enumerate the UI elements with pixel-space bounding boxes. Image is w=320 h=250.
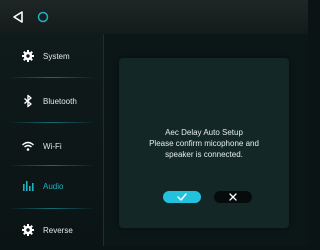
sidebar-item-label: Bluetooth bbox=[43, 96, 77, 106]
bluetooth-icon bbox=[24, 94, 32, 108]
check-icon bbox=[177, 193, 187, 201]
sidebar-item-system[interactable]: System bbox=[0, 36, 103, 76]
sidebar-item-wifi[interactable]: Wi-Fi bbox=[0, 126, 103, 166]
close-icon bbox=[229, 193, 237, 201]
gear-icon bbox=[22, 50, 34, 62]
sidebar-item-label: Wi-Fi bbox=[43, 141, 62, 151]
sidebar: System Bluetooth Wi-Fi Audio Reverse bbox=[0, 34, 104, 246]
sidebar-item-bluetooth[interactable]: Bluetooth bbox=[0, 81, 103, 121]
dialog-text-line: speaker is connected. bbox=[165, 150, 243, 159]
dialog-title: Aec Delay Auto Setup bbox=[165, 128, 243, 137]
cancel-button[interactable] bbox=[214, 191, 252, 203]
dialog-text-line: Please confirm micophone and bbox=[149, 139, 259, 148]
sidebar-divider bbox=[8, 208, 96, 209]
top-bar bbox=[0, 0, 308, 34]
home-icon[interactable] bbox=[37, 11, 49, 23]
back-icon[interactable] bbox=[12, 11, 24, 23]
gear-icon bbox=[22, 224, 34, 236]
sidebar-item-label: Audio bbox=[43, 181, 64, 191]
sidebar-item-label: System bbox=[43, 51, 70, 61]
aec-delay-dialog: Aec Delay Auto Setup Please confirm mico… bbox=[119, 58, 289, 228]
sidebar-item-label: Reverse bbox=[43, 225, 73, 235]
confirm-button[interactable] bbox=[163, 191, 201, 203]
equalizer-icon bbox=[23, 181, 34, 191]
dialog-message: Aec Delay Auto Setup Please confirm mico… bbox=[127, 127, 281, 160]
content-area: Aec Delay Auto Setup Please confirm mico… bbox=[104, 34, 308, 246]
sidebar-item-audio[interactable]: Audio bbox=[0, 166, 103, 206]
sidebar-divider bbox=[8, 122, 96, 123]
sidebar-divider bbox=[8, 77, 96, 78]
sidebar-item-reverse[interactable]: Reverse bbox=[0, 210, 103, 250]
wifi-icon bbox=[22, 141, 34, 151]
